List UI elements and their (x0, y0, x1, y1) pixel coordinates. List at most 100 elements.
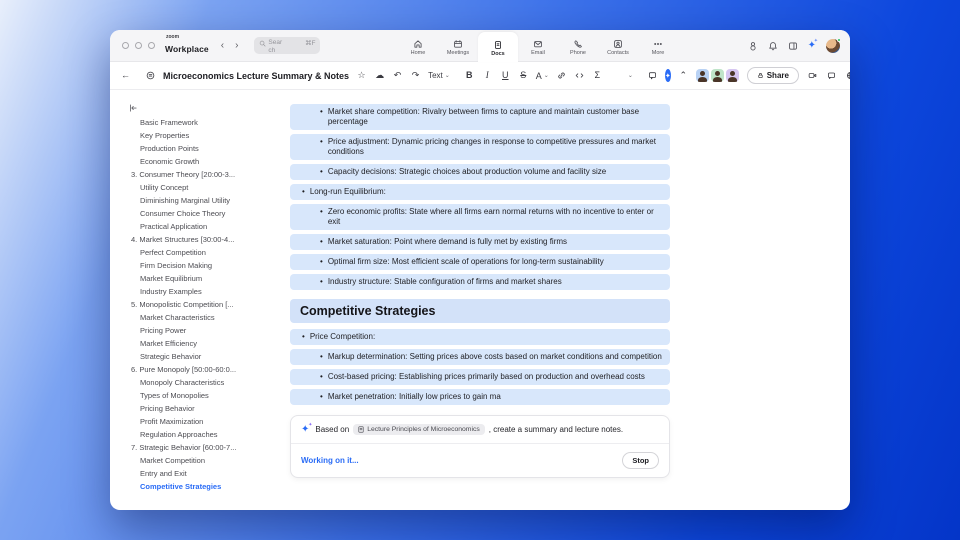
chat-button[interactable] (826, 68, 837, 84)
history-nav: ‹ › (221, 40, 239, 51)
favorite-star-icon[interactable]: ☆ (356, 68, 367, 84)
bullet-block[interactable]: • Long-run Equilibrium: (290, 184, 670, 200)
outline-item[interactable]: Market Competition (124, 454, 290, 467)
text-style-dropdown[interactable]: Text ⌄ (428, 71, 450, 80)
collapse-toolbar-button[interactable]: ⌃ (678, 68, 689, 84)
outline-item[interactable]: 3. Consumer Theory [20:00-3... (124, 168, 290, 181)
outline-item[interactable]: 5. Monopolistic Competition [... (124, 298, 290, 311)
search-placeholder: Search (268, 39, 283, 54)
outline-item[interactable]: Industry Examples (124, 285, 290, 298)
outline-item[interactable]: Pricing Power (124, 324, 290, 337)
bold-button[interactable]: B (464, 68, 475, 84)
undo-button[interactable]: ↶ (392, 68, 403, 84)
ai-prompt-row: ✦ ✦ Based on Lecture Principles of Microe… (291, 416, 669, 443)
outline-item[interactable]: Market Equilibrium (124, 272, 290, 285)
italic-button[interactable]: I (482, 68, 493, 84)
collaborator-avatar[interactable] (695, 69, 709, 82)
window-titlebar: zoom Workplace ‹ › Search ⌘F Home Meeting… (110, 30, 850, 62)
outline-item[interactable]: Strategic Behavior (124, 350, 290, 363)
cloud-sync-icon[interactable]: ☁ (374, 68, 385, 84)
bullet-block[interactable]: • Markup determination: Setting prices ab… (290, 349, 670, 365)
forward-chevron-icon[interactable]: › (235, 40, 238, 51)
bullet-block[interactable]: • Price adjustment: Dynamic pricing chang… (290, 134, 670, 160)
outline-item[interactable]: Monopoly Characteristics (124, 376, 290, 389)
redo-button[interactable]: ↷ (410, 68, 421, 84)
back-chevron-icon[interactable]: ‹ (221, 40, 224, 51)
zoom-window-button[interactable] (148, 42, 155, 49)
minimize-window-button[interactable] (135, 42, 142, 49)
profile-status-icon[interactable] (748, 41, 758, 51)
back-button[interactable]: ← (120, 68, 131, 84)
outline-item[interactable]: Consumer Choice Theory (124, 207, 290, 220)
outline-item[interactable]: Utility Concept (124, 181, 290, 194)
close-window-button[interactable] (122, 42, 129, 49)
section-heading[interactable]: Competitive Strategies (290, 299, 670, 323)
outline-item[interactable]: Practical Application (124, 220, 290, 233)
search-input[interactable]: Search ⌘F (254, 37, 321, 54)
outline-item[interactable]: Diminishing Marginal Utility (124, 194, 290, 207)
side-panel-toggle-icon[interactable] (788, 41, 798, 51)
outline-item[interactable]: Profit Maximization (124, 415, 290, 428)
tab-email[interactable]: Email (518, 30, 558, 62)
ai-companion-button[interactable]: ✦ (664, 69, 671, 82)
tab-docs[interactable]: Docs (478, 32, 518, 62)
source-doc-chip[interactable]: Lecture Principles of Microeconomics (353, 424, 485, 435)
code-block-button[interactable] (574, 68, 585, 84)
bullet-block[interactable]: • Cost-based pricing: Establishing prices… (290, 369, 670, 385)
outline-item[interactable]: 7. Strategic Behavior [60:00-7... (124, 441, 290, 454)
bullet-block[interactable]: • Market penetration: Initially low price… (290, 389, 670, 405)
collaborator-avatar[interactable] (710, 69, 724, 82)
globe-language-button[interactable] (845, 68, 850, 84)
tab-phone[interactable]: Phone (558, 30, 598, 62)
outline-item[interactable]: Competitive Strategies (124, 480, 290, 493)
outline-item[interactable]: Market Characteristics (124, 311, 290, 324)
underline-button[interactable]: U (500, 68, 511, 84)
outline-item[interactable]: Market Efficiency (124, 337, 290, 350)
user-avatar[interactable] (826, 38, 841, 53)
share-button[interactable]: Share (746, 67, 799, 84)
bullet-text: Industry structure: Stable configuration… (327, 277, 562, 286)
outline-item[interactable]: Firm Decision Making (124, 259, 290, 272)
outline-item[interactable]: Economic Growth (124, 155, 290, 168)
outline-item[interactable]: Key Properties (124, 129, 290, 142)
comment-button[interactable] (647, 68, 658, 84)
strikethrough-button[interactable]: S (518, 68, 529, 84)
outline-item[interactable]: Production Points (124, 142, 290, 155)
tab-more[interactable]: More (638, 30, 678, 62)
logo-zoom-text: zoom (166, 34, 180, 40)
bullet-text: Price Competition: (309, 332, 376, 341)
stop-button[interactable]: Stop (622, 452, 659, 469)
bullet-text: Capacity decisions: Strategic choices ab… (327, 167, 607, 176)
outline-item[interactable]: 4. Market Structures [30:00-4... (124, 233, 290, 246)
bullet-block[interactable]: • Optimal firm size: Most efficient scale… (290, 254, 670, 270)
notifications-bell-icon[interactable] (768, 41, 778, 51)
outline-item[interactable]: Perfect Competition (124, 246, 290, 259)
bullet-block[interactable]: • Price Competition: (290, 329, 670, 345)
outline-item[interactable]: Basic Framework (124, 116, 290, 129)
bullet-text: Zero economic profits: State where all f… (327, 207, 654, 226)
list-format-dropdown[interactable]: ⌄ (617, 71, 633, 80)
text-color-dropdown[interactable]: A ⌄ (536, 71, 549, 81)
collapse-sidebar-icon[interactable] (128, 100, 138, 112)
video-call-button[interactable] (807, 68, 818, 84)
insert-link-button[interactable] (556, 68, 567, 84)
bullet-block[interactable]: • Industry structure: Stable configuratio… (290, 274, 670, 290)
ai-companion-icon[interactable]: ✦ ✦ (808, 39, 818, 51)
bullet-block[interactable]: • Zero economic profits: State where all … (290, 204, 670, 230)
equation-button[interactable]: Σ (592, 68, 603, 84)
bullet-block[interactable]: • Market saturation: Point where demand i… (290, 234, 670, 250)
tab-home[interactable]: Home (398, 30, 438, 62)
bullet-block[interactable]: • Capacity decisions: Strategic choices a… (290, 164, 670, 180)
outline-item[interactable]: Entry and Exit (124, 467, 290, 480)
outline-item[interactable]: Pricing Behavior (124, 402, 290, 415)
bullet-block[interactable]: • Market share competition: Rivalry betwe… (290, 104, 670, 130)
bullet-text: Optimal firm size: Most efficient scale … (327, 257, 604, 266)
outline-item[interactable]: 6. Pure Monopoly [50:00-60:0... (124, 363, 290, 376)
outline-item[interactable]: Types of Monopolies (124, 389, 290, 402)
collaborator-avatar[interactable] (725, 69, 739, 82)
tab-meetings[interactable]: Meetings (438, 30, 478, 62)
tab-contacts[interactable]: Contacts (598, 30, 638, 62)
outline-item[interactable]: Regulation Approaches (124, 428, 290, 441)
